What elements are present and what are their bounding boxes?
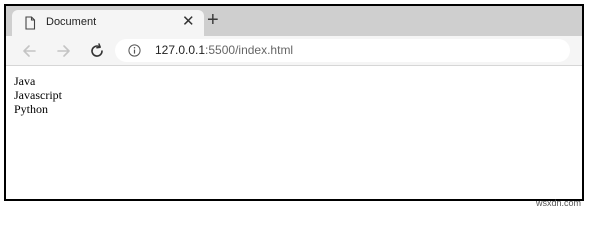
tab-document[interactable]: Document ✕: [12, 10, 204, 36]
arrow-right-icon[interactable]: [54, 41, 74, 61]
list-item: Java: [14, 74, 36, 88]
list-item: Python: [14, 102, 49, 116]
url-host: 127.0.0.1: [155, 43, 206, 57]
tab-title: Document: [46, 16, 97, 28]
plus-icon[interactable]: +: [207, 10, 219, 30]
info-icon[interactable]: [128, 44, 141, 57]
list-item: Javascript: [14, 88, 62, 102]
watermark: wsxdn.com: [535, 198, 581, 208]
url-path: :5500/index.html: [205, 43, 294, 57]
document-icon: [25, 16, 36, 30]
browser-window: Document ✕ + 127.0.0.1:5500/index.html J…: [4, 4, 584, 201]
url-text: 127.0.0.1:5500/index.html: [155, 43, 293, 57]
reload-icon[interactable]: [87, 41, 107, 61]
page-content: Java Javascript Python: [6, 66, 582, 199]
tab-strip: Document ✕ +: [6, 6, 582, 36]
browser-toolbar: 127.0.0.1:5500/index.html: [6, 36, 582, 66]
address-bar[interactable]: 127.0.0.1:5500/index.html: [115, 39, 570, 62]
arrow-left-icon[interactable]: [19, 41, 39, 61]
close-icon[interactable]: ✕: [182, 14, 195, 30]
